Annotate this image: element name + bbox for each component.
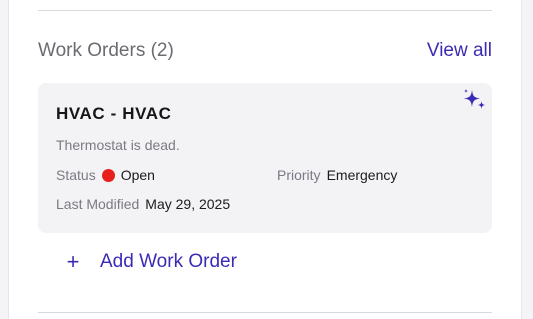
sparkle-icon[interactable] [462,87,488,115]
priority-value: Emergency [326,167,398,183]
add-work-order-label: Add Work Order [100,251,237,272]
work-orders-header: Work Orders (2) View all [38,38,492,64]
priority-label: Priority [277,167,321,183]
priority-field: Priority Emergency [277,167,397,183]
status-field: Status Open [56,167,155,183]
status-label: Status [56,167,96,183]
side-panel: Work Orders (2) View all HVAC - HVAC The… [8,0,522,319]
status-dot-icon [101,168,115,182]
plus-icon: + [66,249,80,274]
add-work-order-button[interactable]: + Add Work Order [58,248,237,276]
section-divider-top [38,10,492,11]
section-divider-bottom [38,312,492,313]
status-value: Open [120,167,155,183]
view-all-link[interactable]: View all [427,40,492,62]
last-modified-label: Last Modified [56,196,140,212]
work-order-description: Thermostat is dead. [56,137,180,153]
work-order-title: HVAC - HVAC [56,104,172,123]
last-modified-value: May 29, 2025 [145,196,231,212]
work-order-card[interactable]: HVAC - HVAC Thermostat is dead. Status O… [38,83,492,233]
section-title: Work Orders (2) [38,40,174,61]
last-modified-field: Last Modified May 29, 2025 [56,196,230,212]
